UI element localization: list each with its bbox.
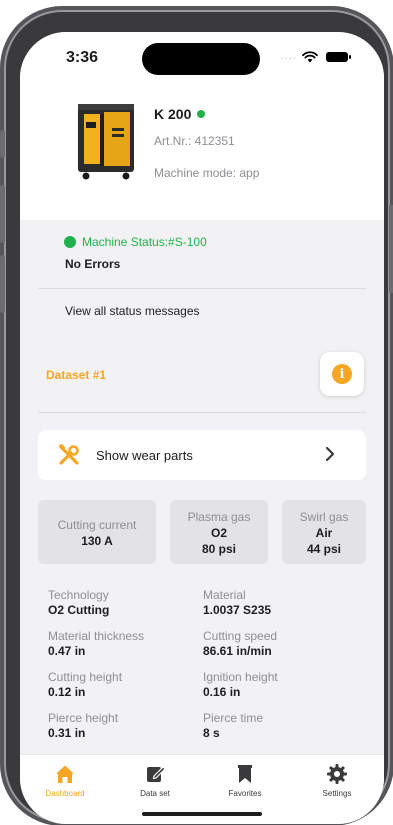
- app-screen: 3:36 .... K 200 Art.Nr.: 412351 Machine …: [20, 32, 384, 824]
- param-technology: Technology O2 Cutting: [48, 588, 198, 617]
- mute-switch: [0, 130, 5, 158]
- dynamic-island: [142, 43, 260, 75]
- tab-dashboard[interactable]: Dashboard: [30, 763, 100, 798]
- tab-data-set[interactable]: Data set: [120, 763, 190, 798]
- param-label: Pierce time: [203, 711, 264, 725]
- chevron-right-icon: [325, 446, 335, 462]
- dataset-card: Dataset #1 i Show wear parts Cutting cur…: [28, 338, 376, 798]
- machine-header[interactable]: K 200 Art.Nr.: 412351 Machine mode: app: [20, 86, 384, 220]
- signal-dots-icon: ....: [280, 48, 298, 62]
- tile-label: Cutting current: [57, 518, 137, 532]
- tile-value-secondary: 80 psi: [201, 542, 237, 556]
- param-value: 1.0037 S235: [203, 603, 272, 617]
- param-cutting-speed: Cutting speed 86.61 in/min: [203, 629, 353, 658]
- gear-icon: [327, 764, 347, 784]
- cutting-current-tile: Cutting current 130 A: [38, 500, 156, 564]
- param-value: 86.61 in/min: [203, 644, 272, 658]
- phone-frame: 3:36 .... K 200 Art.Nr.: 412351 Machine …: [0, 10, 393, 824]
- tab-label: Favorites: [228, 789, 262, 798]
- info-button[interactable]: i: [320, 352, 364, 396]
- tile-value: O2: [210, 526, 227, 540]
- power-button: [389, 205, 393, 293]
- show-wear-parts-button[interactable]: Show wear parts: [38, 430, 366, 480]
- bookmark-icon: [238, 765, 252, 783]
- machine-status-card: Machine Status:#S-100 No Errors View all…: [28, 222, 376, 330]
- dataset-title: Dataset #1: [46, 368, 107, 382]
- param-label: Ignition height: [203, 670, 278, 684]
- machine-status-line: Machine Status:#S-100: [64, 235, 207, 249]
- param-label: Material thickness: [48, 629, 145, 643]
- param-pierce-time: Pierce time 8 s: [203, 711, 353, 740]
- param-value: 0.16 in: [203, 685, 241, 699]
- wear-parts-label: Show wear parts: [96, 448, 193, 463]
- info-icon: i: [332, 364, 352, 384]
- plasma-gas-tile: Plasma gas O2 80 psi: [170, 500, 268, 564]
- volume-down-button: [0, 255, 5, 313]
- param-material-thickness: Material thickness 0.47 in: [48, 629, 198, 658]
- param-label: Technology: [48, 588, 109, 602]
- param-value: 0.12 in: [48, 685, 86, 699]
- param-label: Cutting speed: [203, 629, 278, 643]
- tab-label: Data set: [140, 789, 170, 798]
- machine-name: K 200: [154, 106, 206, 122]
- article-number: Art.Nr.: 412351: [154, 134, 235, 148]
- tab-label: Dashboard: [45, 789, 85, 798]
- param-label: Cutting height: [48, 670, 123, 684]
- swirl-gas-tile: Swirl gas Air 44 psi: [282, 500, 366, 564]
- tab-settings[interactable]: Settings: [302, 763, 372, 798]
- status-bar: 3:36 ....: [20, 32, 384, 86]
- clock: 3:36: [66, 49, 99, 66]
- param-value: 0.31 in: [48, 726, 86, 740]
- param-value: 0.47 in: [48, 644, 86, 658]
- machine-status-text: Machine Status:#S-100: [82, 235, 207, 249]
- tab-favorites[interactable]: Favorites: [210, 763, 280, 798]
- param-pierce-height: Pierce height 0.31 in: [48, 711, 198, 740]
- machine-image: [78, 104, 134, 180]
- param-label: Pierce height: [48, 711, 119, 725]
- tile-value: Air: [315, 526, 333, 540]
- tile-label: Swirl gas: [299, 510, 349, 524]
- view-all-status-link[interactable]: View all status messages: [65, 304, 200, 318]
- tile-label: Plasma gas: [187, 510, 251, 524]
- tab-bar: Dashboard Data set Favorites Settings: [20, 754, 384, 824]
- edit-icon: [147, 766, 166, 782]
- tab-label: Settings: [322, 789, 352, 798]
- battery-icon: [326, 52, 351, 62]
- error-summary: No Errors: [65, 257, 121, 271]
- param-value: 8 s: [203, 726, 220, 740]
- home-indicator: [142, 812, 262, 816]
- param-value: O2 Cutting: [48, 603, 110, 617]
- tile-value-secondary: 44 psi: [306, 542, 342, 556]
- divider: [38, 412, 366, 413]
- home-icon: [56, 765, 74, 783]
- param-cutting-height: Cutting height 0.12 in: [48, 670, 198, 699]
- online-status-icon: [197, 110, 206, 118]
- param-material: Material 1.0037 S235: [203, 588, 353, 617]
- param-ignition-height: Ignition height 0.16 in: [203, 670, 353, 699]
- machine-name-label: K 200: [154, 106, 192, 122]
- divider: [38, 288, 366, 289]
- machine-mode: Machine mode: app: [154, 166, 260, 180]
- tile-value: 130 A: [81, 534, 113, 548]
- tools-icon: [58, 444, 79, 465]
- volume-up-button: [0, 185, 5, 243]
- status-ok-icon: [64, 236, 76, 248]
- wifi-icon: [302, 51, 318, 63]
- param-label: Material: [203, 588, 246, 602]
